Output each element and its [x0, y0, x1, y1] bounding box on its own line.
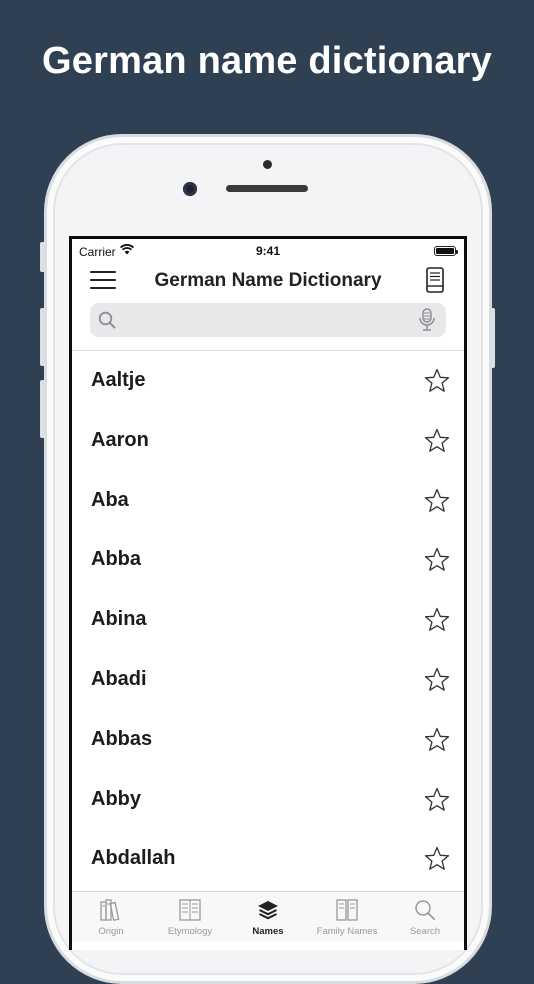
list-item[interactable]: Aba — [72, 471, 464, 531]
list-item[interactable]: Abadi — [72, 650, 464, 710]
search-icon — [415, 900, 435, 920]
star-icon[interactable] — [424, 727, 450, 752]
star-icon[interactable] — [424, 428, 450, 453]
name-label: Aaron — [91, 428, 149, 451]
name-label: Aaltje — [91, 369, 146, 391]
navigation-bar: German Name Dictionary — [72, 261, 464, 301]
tab-label: Origin — [98, 926, 124, 937]
battery-icon — [434, 246, 458, 256]
star-icon[interactable] — [424, 787, 450, 812]
tab-etymology[interactable]: Etymology — [151, 892, 229, 942]
names-list: Aaltje Aaron Aba Abba Abina Abadi Abbas — [72, 351, 464, 889]
tab-family-names[interactable]: Family Names — [308, 892, 386, 942]
search-bar — [90, 303, 446, 337]
tab-label: Search — [409, 926, 441, 937]
list-item[interactable]: Abbas — [72, 710, 464, 770]
list-item[interactable]: Aaron — [72, 411, 464, 471]
name-label: Abina — [91, 608, 147, 631]
page-title: German Name Dictionary — [154, 270, 382, 291]
list-item[interactable]: Abina — [72, 590, 464, 650]
search-icon — [98, 311, 116, 329]
list-item[interactable]: Abdallah — [72, 829, 464, 889]
name-label: Aba — [91, 488, 129, 511]
book-icon[interactable] — [426, 267, 444, 293]
name-label: Abba — [91, 548, 141, 571]
list-item[interactable]: Aaltje — [72, 351, 464, 411]
name-label: Abby — [91, 787, 141, 810]
front-camera — [183, 182, 197, 196]
star-icon[interactable] — [424, 607, 450, 632]
clock: 9:41 — [255, 244, 281, 258]
earpiece-speaker — [226, 185, 308, 192]
tab-label: Etymology — [167, 926, 213, 937]
name-label: Abdallah — [91, 847, 176, 870]
tab-label: Family Names — [316, 926, 378, 937]
document-icon — [179, 899, 201, 921]
proximity-sensor — [263, 160, 272, 169]
star-icon[interactable] — [424, 368, 450, 393]
app-screen: Carrier 9:41 German Name Dictionary Aalt… — [69, 236, 467, 950]
promo-headline: German name dictionary — [42, 40, 492, 82]
tab-origin[interactable]: Origin — [72, 892, 150, 942]
search-input[interactable] — [122, 303, 412, 337]
star-icon[interactable] — [424, 488, 450, 513]
name-label: Abadi — [91, 667, 147, 690]
bookshelf-icon — [336, 899, 358, 921]
star-icon[interactable] — [424, 667, 450, 692]
list-item[interactable]: Abby — [72, 770, 464, 830]
star-icon[interactable] — [424, 547, 450, 572]
name-label: Abbas — [91, 727, 153, 750]
layers-icon — [258, 901, 278, 920]
star-icon[interactable] — [424, 846, 450, 871]
list-item[interactable]: Abba — [72, 530, 464, 590]
microphone-icon[interactable] — [418, 308, 436, 332]
status-bar: Carrier 9:41 — [72, 239, 464, 261]
tab-names[interactable]: Names — [229, 892, 307, 942]
books-icon — [100, 899, 120, 922]
tab-bar: Origin Etymology Names Family Names Sear… — [72, 891, 464, 941]
tab-label: Names — [252, 926, 284, 937]
tab-search[interactable]: Search — [386, 892, 464, 942]
